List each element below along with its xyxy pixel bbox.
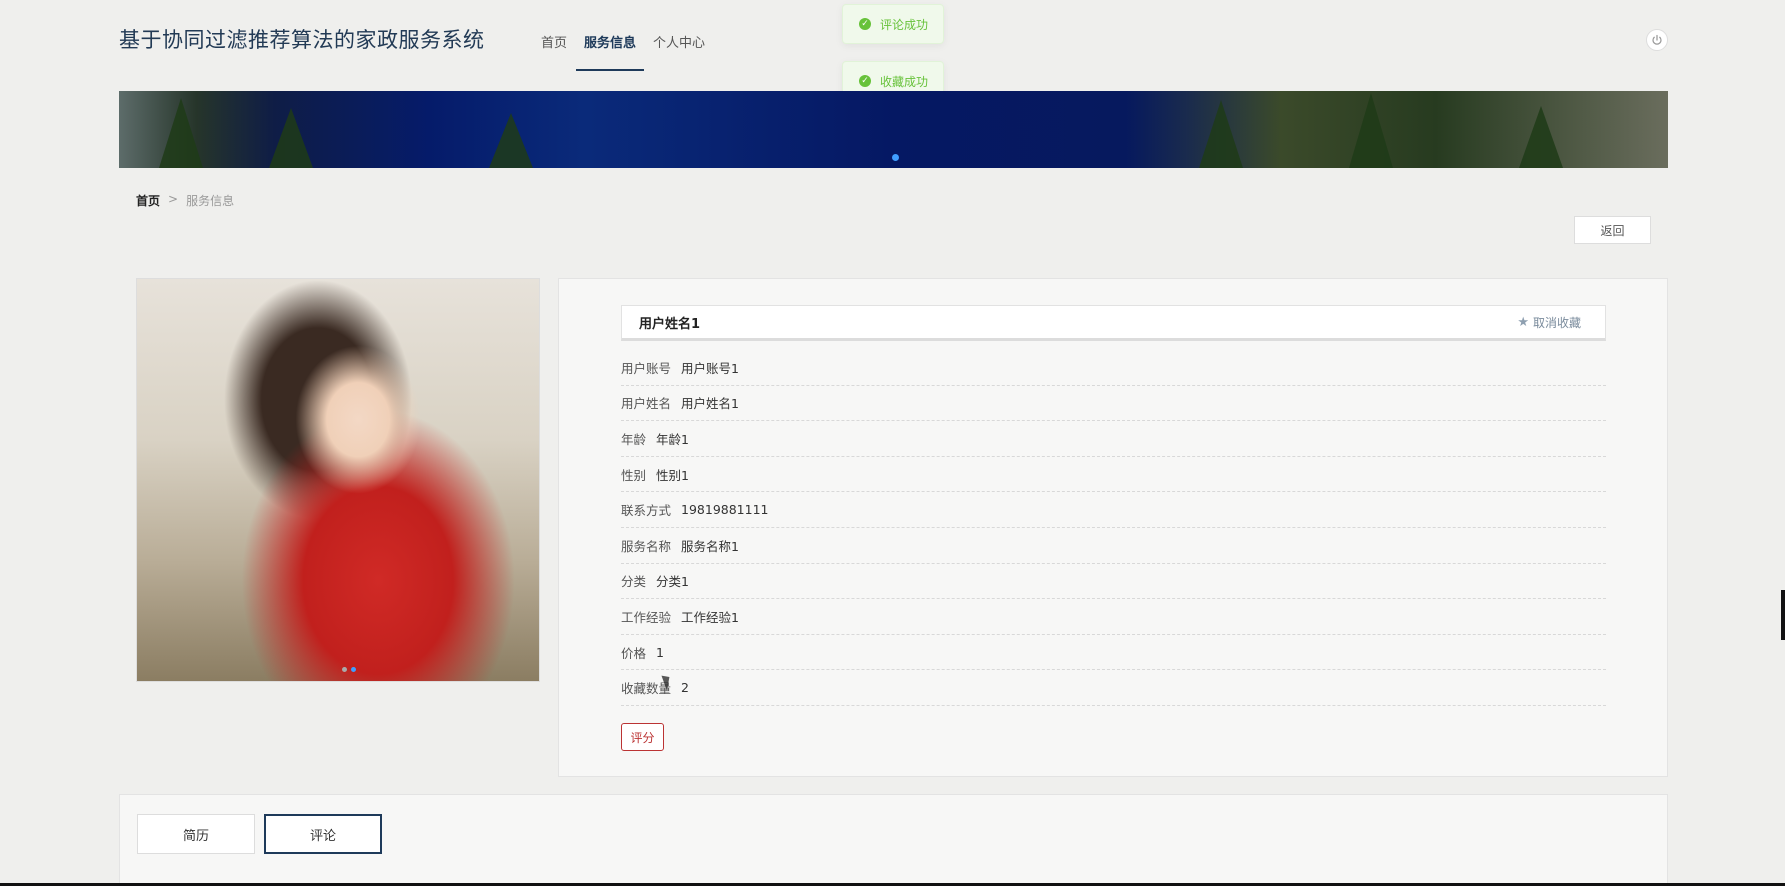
detail-fields: 用户账号 用户账号1 用户姓名 用户姓名1 年龄 年龄1 性别 性别1 联系方式 1981… [621,350,1606,706]
nav-item-home[interactable]: 首页 [541,0,567,71]
unfavorite-label: 取消收藏 [1532,315,1581,330]
field-label: 分类 [621,574,647,590]
field-value: 工作经验1 [681,609,739,625]
window-edge-mark [1781,590,1785,640]
tabs-panel: 简历 评论 [119,794,1668,886]
service-photo [136,278,540,682]
breadcrumb-current: 服务信息 [186,194,235,208]
field-value: 性别1 [656,467,689,483]
field-label: 工作经验 [621,609,672,625]
field-value: 19819881111 [681,502,769,518]
detail-name: 用户姓名1 [639,316,701,332]
field-row: 性别 性别1 [621,457,1606,493]
toast-text: 评论成功 [880,17,929,32]
star-icon: ★ [1517,314,1529,330]
field-value: 分类1 [656,574,689,590]
banner-tree [1199,100,1243,168]
field-row: 分类 分类1 [621,564,1606,600]
field-row: 用户账号 用户账号1 [621,350,1606,386]
nav-item-service-info[interactable]: 服务信息 [576,0,645,71]
tab-comments[interactable]: 评论 [264,814,382,854]
field-value: 用户账号1 [681,360,739,376]
field-value: 用户姓名1 [681,396,739,412]
banner-tree [1519,106,1563,168]
photo-carousel-indicators [342,667,356,672]
detail-panel: 用户姓名1 ★ 取消收藏 用户账号 用户账号1 用户姓名 用户姓名1 年龄 年龄1 性… [558,278,1668,777]
breadcrumb-home[interactable]: 首页 [136,192,160,209]
field-row: 收藏数量 2 [621,670,1606,706]
field-value: 服务名称1 [681,538,739,554]
breadcrumb-separator: > [168,192,179,206]
main-nav: 首页 服务信息 个人中心 [541,0,722,72]
field-row: 价格 1 [621,635,1606,671]
field-label: 服务名称 [621,538,672,554]
photo-indicator-active[interactable] [351,667,356,672]
banner-tree [269,108,313,168]
field-row: 工作经验 工作经验1 [621,599,1606,635]
field-row: 用户姓名 用户姓名1 [621,386,1606,422]
breadcrumb: 首页 > 服务信息 [136,192,234,209]
check-circle-icon: ✓ [859,18,871,30]
logout-button[interactable] [1646,29,1668,51]
rate-button[interactable]: 评分 [621,723,664,751]
field-value: 2 [681,680,689,696]
banner-tree [159,98,203,168]
banner-tree [489,113,533,168]
field-label: 性别 [621,467,647,483]
field-value: 年龄1 [656,431,689,447]
field-row: 服务名称 服务名称1 [621,528,1606,564]
field-label: 年龄 [621,431,647,447]
carousel-indicator[interactable] [892,154,899,161]
tab-resume[interactable]: 简历 [137,814,255,854]
field-label: 用户姓名 [621,396,672,412]
check-circle-icon: ✓ [859,75,871,87]
nav-item-personal-center[interactable]: 个人中心 [653,0,705,71]
field-label: 用户账号 [621,360,672,376]
banner-carousel[interactable] [119,91,1668,168]
unfavorite-button[interactable]: ★ 取消收藏 [1517,314,1581,331]
field-label: 价格 [621,645,647,661]
toast-text: 收藏成功 [880,74,929,89]
field-value: 1 [656,644,664,660]
photo-indicator[interactable] [342,667,347,672]
detail-header: 用户姓名1 ★ 取消收藏 [621,305,1606,341]
toast-comment-success: ✓ 评论成功 [842,4,944,44]
power-icon [1652,34,1662,45]
field-row: 年龄 年龄1 [621,421,1606,457]
site-title: 基于协同过滤推荐算法的家政服务系统 [119,28,485,52]
banner-tree [1349,93,1393,168]
field-label: 联系方式 [621,503,672,519]
back-button[interactable]: 返回 [1574,216,1651,244]
field-row: 联系方式 19819881111 [621,492,1606,528]
